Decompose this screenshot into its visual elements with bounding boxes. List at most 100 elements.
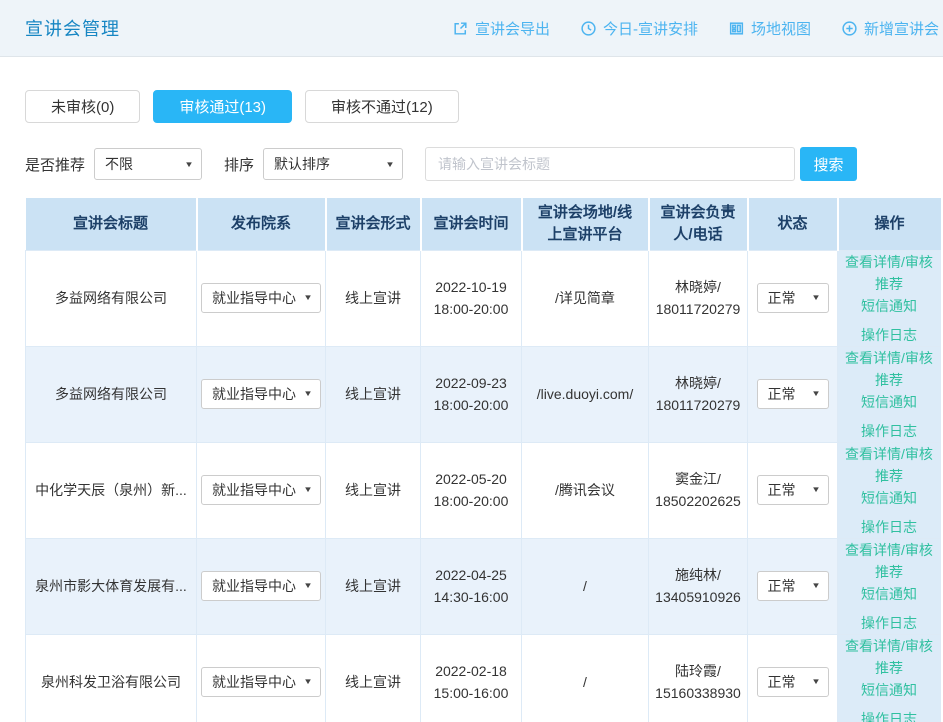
search-input[interactable]: [425, 147, 795, 181]
department-select[interactable]: 就业指导中心 ▼: [201, 475, 321, 505]
status-select-value: 正常: [768, 479, 796, 501]
venue-cell: /详见简章: [522, 250, 649, 346]
department-cell: 就业指导中心 ▼: [197, 346, 326, 442]
operation-log-link[interactable]: 操作日志: [842, 420, 936, 442]
table-row: 泉州市影大体育发展有... 就业指导中心 ▼ 线上宣讲 2022-04-25 1…: [26, 538, 941, 634]
top-link-label: 今日-宣讲安排: [603, 18, 698, 39]
chevron-down-icon: ▼: [303, 479, 313, 501]
recommend-link[interactable]: 推荐: [842, 657, 936, 679]
export-sessions-link[interactable]: 宣讲会导出: [452, 18, 550, 39]
department-select[interactable]: 就业指导中心 ▼: [201, 283, 321, 313]
format-cell: 线上宣讲: [326, 250, 421, 346]
venue-view-link[interactable]: 场地视图: [728, 18, 811, 39]
view-detail-audit-link[interactable]: 查看详情/审核: [842, 251, 936, 273]
department-select-value: 就业指导中心: [212, 479, 296, 501]
status-select[interactable]: 正常 ▼: [757, 667, 829, 697]
operation-log-link[interactable]: 操作日志: [842, 516, 936, 538]
recommend-link[interactable]: 推荐: [842, 273, 936, 295]
add-session-link[interactable]: 新增宣讲会: [841, 18, 939, 39]
sms-notify-link[interactable]: 短信通知: [842, 391, 936, 413]
view-detail-audit-link[interactable]: 查看详情/审核: [842, 347, 936, 369]
venue-cell: /: [522, 634, 649, 722]
recommend-link[interactable]: 推荐: [842, 465, 936, 487]
department-select[interactable]: 就业指导中心 ▼: [201, 667, 321, 697]
department-cell: 就业指导中心 ▼: [197, 442, 326, 538]
department-select-value: 就业指导中心: [212, 671, 296, 693]
contact-phone: 13405910926: [653, 586, 743, 608]
session-title-cell: 多益网络有限公司: [26, 250, 197, 346]
department-select-value: 就业指导中心: [212, 383, 296, 405]
table-row: 多益网络有限公司 就业指导中心 ▼ 线上宣讲 2022-09-23 18:00-…: [26, 346, 941, 442]
contact-cell: 窦金江/ 18502202625: [649, 442, 748, 538]
session-title-cell: 泉州科发卫浴有限公司: [26, 634, 197, 722]
session-date: 2022-04-25: [425, 564, 517, 586]
status-select-value: 正常: [768, 287, 796, 309]
status-cell: 正常 ▼: [748, 250, 838, 346]
chevron-down-icon: ▼: [303, 287, 313, 309]
sort-select[interactable]: 默认排序 ▼: [263, 148, 403, 180]
recommend-select-value: 不限: [105, 154, 133, 174]
tab-rejected[interactable]: 审核不通过(12): [305, 90, 459, 123]
chevron-down-icon: ▼: [303, 575, 313, 597]
format-cell: 线上宣讲: [326, 442, 421, 538]
search-button[interactable]: 搜索: [800, 147, 857, 181]
tab-approved[interactable]: 审核通过(13): [153, 90, 292, 123]
view-detail-audit-link[interactable]: 查看详情/审核: [842, 539, 936, 561]
contact-cell: 施纯林/ 13405910926: [649, 538, 748, 634]
sms-notify-link[interactable]: 短信通知: [842, 583, 936, 605]
time-cell: 2022-02-18 15:00-16:00: [421, 634, 522, 722]
time-cell: 2022-04-25 14:30-16:00: [421, 538, 522, 634]
today-schedule-link[interactable]: 今日-宣讲安排: [580, 18, 698, 39]
status-select[interactable]: 正常 ▼: [757, 475, 829, 505]
status-select[interactable]: 正常 ▼: [757, 379, 829, 409]
contact-phone: 15160338930: [653, 682, 743, 704]
sms-notify-link[interactable]: 短信通知: [842, 487, 936, 509]
export-icon: [452, 20, 469, 37]
recommend-select[interactable]: 不限 ▼: [94, 148, 202, 180]
actions-cell: 查看详情/审核 推荐 短信通知 操作日志: [838, 346, 941, 442]
department-cell: 就业指导中心 ▼: [197, 250, 326, 346]
col-header-venue: 宣讲会场地/线上宣讲平台: [522, 198, 649, 250]
contact-name: 施纯林/: [653, 564, 743, 586]
recommend-link[interactable]: 推荐: [842, 369, 936, 391]
tab-unreviewed[interactable]: 未审核(0): [25, 90, 140, 123]
status-select[interactable]: 正常 ▼: [757, 571, 829, 601]
session-time: 18:00-20:00: [425, 490, 517, 512]
contact-phone: 18011720279: [653, 298, 743, 320]
department-select[interactable]: 就业指导中心 ▼: [201, 379, 321, 409]
chevron-down-icon: ▼: [303, 671, 313, 693]
top-link-label: 宣讲会导出: [475, 18, 550, 39]
venue-cell: /: [522, 538, 649, 634]
table-row: 多益网络有限公司 就业指导中心 ▼ 线上宣讲 2022-10-19 18:00-…: [26, 250, 941, 346]
status-select[interactable]: 正常 ▼: [757, 283, 829, 313]
view-detail-audit-link[interactable]: 查看详情/审核: [842, 443, 936, 465]
chevron-down-icon: ▼: [811, 383, 821, 405]
status-cell: 正常 ▼: [748, 634, 838, 722]
venue-cell: /腾讯会议: [522, 442, 649, 538]
format-cell: 线上宣讲: [326, 634, 421, 722]
contact-name: 陆玲霞/: [653, 660, 743, 682]
session-title-cell: 泉州市影大体育发展有...: [26, 538, 197, 634]
sms-notify-link[interactable]: 短信通知: [842, 679, 936, 701]
contact-phone: 18011720279: [653, 394, 743, 416]
recommend-link[interactable]: 推荐: [842, 561, 936, 583]
operation-log-link[interactable]: 操作日志: [842, 708, 936, 722]
department-select[interactable]: 就业指导中心 ▼: [201, 571, 321, 601]
actions-cell: 查看详情/审核 推荐 短信通知 操作日志: [838, 250, 941, 346]
contact-name: 窦金江/: [653, 468, 743, 490]
contact-cell: 林晓婷/ 18011720279: [649, 250, 748, 346]
sessions-table: 宣讲会标题 发布院系 宣讲会形式 宣讲会时间 宣讲会场地/线上宣讲平台 宣讲会负…: [25, 198, 941, 722]
operation-log-link[interactable]: 操作日志: [842, 612, 936, 634]
sort-select-value: 默认排序: [274, 154, 330, 174]
chevron-down-icon: ▼: [811, 575, 821, 597]
view-detail-audit-link[interactable]: 查看详情/审核: [842, 635, 936, 657]
sms-notify-link[interactable]: 短信通知: [842, 295, 936, 317]
venue-cell: /live.duoyi.com/: [522, 346, 649, 442]
operation-log-link[interactable]: 操作日志: [842, 324, 936, 346]
table-body: 多益网络有限公司 就业指导中心 ▼ 线上宣讲 2022-10-19 18:00-…: [26, 250, 941, 722]
format-cell: 线上宣讲: [326, 538, 421, 634]
filter-bar: 是否推荐 不限 ▼ 排序 默认排序 ▼ 搜索: [25, 147, 943, 181]
col-header-contact: 宣讲会负责人/电话: [649, 198, 748, 250]
chevron-down-icon: ▼: [811, 479, 821, 501]
clock-icon: [580, 20, 597, 37]
